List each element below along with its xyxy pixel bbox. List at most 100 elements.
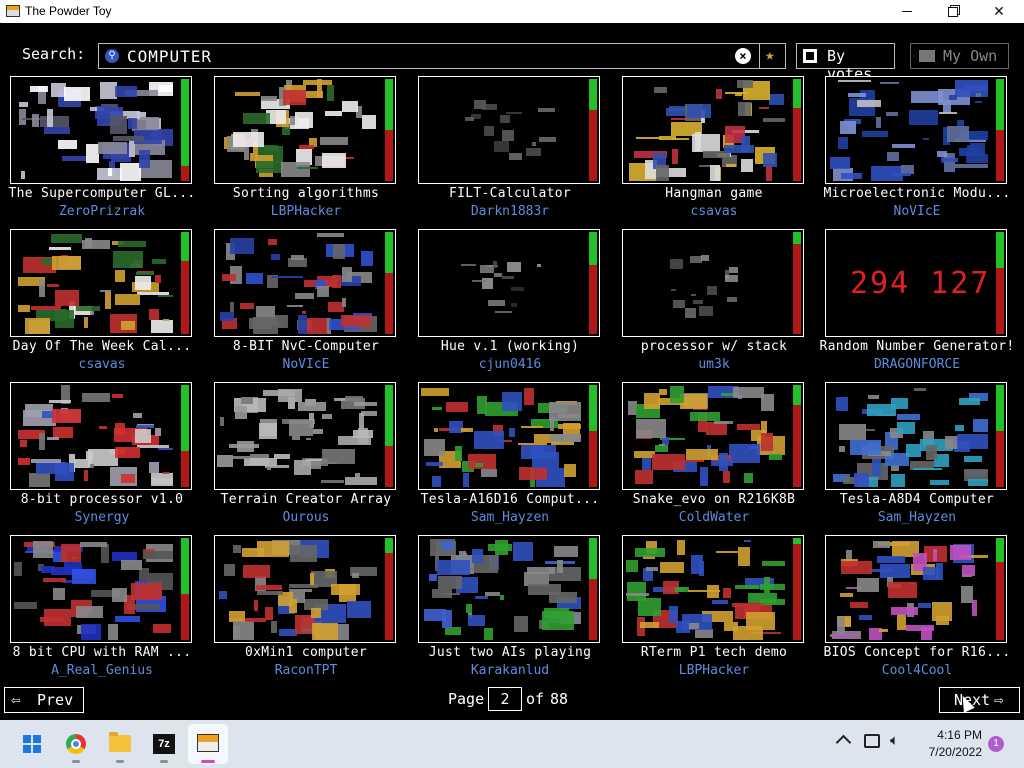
- save-card[interactable]: 294 127 Random Number Generator! DRAGONFOR…: [819, 229, 1014, 379]
- save-author[interactable]: csavas: [4, 357, 200, 372]
- favorite-star-icon[interactable]: ★: [765, 45, 775, 64]
- save-title[interactable]: Sorting algorithms: [208, 186, 404, 201]
- save-title[interactable]: 8-bit processor v1.0: [4, 492, 200, 507]
- next-page-button[interactable]: Next ⇨: [939, 687, 1020, 713]
- search-input[interactable]: ⚲ COMPUTER × ★: [98, 43, 786, 69]
- save-thumbnail[interactable]: [10, 382, 192, 490]
- save-title[interactable]: FILT-Calculator: [412, 186, 608, 201]
- start-button[interactable]: [12, 724, 52, 764]
- save-title[interactable]: Snake_evo on R216K8B: [616, 492, 812, 507]
- save-title[interactable]: Hangman game: [616, 186, 812, 201]
- save-thumbnail[interactable]: [418, 76, 600, 184]
- save-card[interactable]: Just two AIs playing Karakanlud: [418, 535, 602, 685]
- save-card[interactable]: Day Of The Week Cal... csavas: [10, 229, 194, 379]
- clear-search-icon[interactable]: ×: [735, 48, 751, 64]
- save-card[interactable]: 8-BIT NvC-Computer NoVIcE: [214, 229, 398, 379]
- save-card[interactable]: 0xMin1 computer RaconTPT: [214, 535, 398, 685]
- save-card[interactable]: Tesla-A16D16 Comput... Sam_Hayzen: [418, 382, 602, 532]
- save-title[interactable]: processor w/ stack: [616, 339, 812, 354]
- save-author[interactable]: Ourous: [208, 510, 404, 525]
- save-author[interactable]: cjun0416: [412, 357, 608, 372]
- save-title[interactable]: Microelectronic Modu...: [819, 186, 1015, 201]
- save-thumbnail[interactable]: [214, 229, 396, 337]
- save-thumbnail[interactable]: [622, 229, 804, 337]
- save-title[interactable]: Tesla-A8D4 Computer: [819, 492, 1015, 507]
- save-thumbnail[interactable]: [622, 76, 804, 184]
- save-author[interactable]: LBPHacker: [208, 204, 404, 219]
- save-thumbnail[interactable]: [622, 535, 804, 643]
- save-thumbnail[interactable]: [825, 382, 1007, 490]
- sort-by-votes-button[interactable]: By votes: [796, 43, 895, 83]
- save-author[interactable]: Karakanlud: [412, 663, 608, 678]
- save-card[interactable]: Hangman game csavas: [622, 76, 806, 226]
- system-clock[interactable]: 4:16 PM 7/20/2022: [922, 727, 982, 761]
- save-author[interactable]: ZeroPrizrak: [4, 204, 200, 219]
- taskbar-7zip[interactable]: 7z: [144, 724, 184, 764]
- save-thumbnail[interactable]: [825, 76, 1007, 184]
- taskbar-powder-toy[interactable]: [188, 724, 228, 764]
- save-thumbnail[interactable]: [418, 535, 600, 643]
- save-author[interactable]: DRAGONFORCE: [819, 357, 1015, 372]
- save-thumbnail[interactable]: [214, 382, 396, 490]
- network-icon[interactable]: [864, 734, 880, 748]
- notification-badge[interactable]: 1: [988, 736, 1004, 752]
- save-title[interactable]: 8 bit CPU with RAM ...: [4, 645, 200, 660]
- save-author[interactable]: csavas: [616, 204, 812, 219]
- save-title[interactable]: Just two AIs playing: [412, 645, 608, 660]
- save-card[interactable]: RTerm P1 tech demo LBPHacker: [622, 535, 806, 685]
- save-card[interactable]: Tesla-A8D4 Computer Sam_Hayzen: [825, 382, 1009, 532]
- save-card[interactable]: Microelectronic Modu... NoVIcE: [824, 76, 1010, 226]
- prev-page-button[interactable]: ⇦ Prev: [4, 687, 84, 713]
- save-thumbnail[interactable]: [10, 535, 192, 643]
- save-author[interactable]: Sam_Hayzen: [819, 510, 1015, 525]
- save-thumbnail[interactable]: [418, 229, 600, 337]
- save-author[interactable]: RaconTPT: [208, 663, 404, 678]
- save-card[interactable]: FILT-Calculator Darkn1883r: [418, 76, 602, 226]
- save-author[interactable]: NoVIcE: [819, 204, 1015, 219]
- save-title[interactable]: 0xMin1 computer: [208, 645, 404, 660]
- window-title-bar[interactable]: The Powder Toy ✕: [0, 0, 1024, 23]
- save-thumbnail[interactable]: [214, 535, 396, 643]
- taskbar-chrome[interactable]: [56, 724, 96, 764]
- save-title[interactable]: Tesla-A16D16 Comput...: [412, 492, 608, 507]
- save-author[interactable]: Synergy: [4, 510, 200, 525]
- save-thumbnail[interactable]: [418, 382, 600, 490]
- save-thumbnail[interactable]: [622, 382, 804, 490]
- save-card[interactable]: BIOS Concept for R16... Cool4Cool: [824, 535, 1010, 685]
- save-thumbnail[interactable]: [825, 535, 1007, 643]
- save-card[interactable]: The Supercomputer GL... ZeroPrizrak: [9, 76, 195, 226]
- save-author[interactable]: Sam_Hayzen: [412, 510, 608, 525]
- save-card[interactable]: 8 bit CPU with RAM ... A_Real_Genius: [10, 535, 194, 685]
- chevron-up-icon[interactable]: [835, 734, 852, 751]
- save-author[interactable]: NoVIcE: [208, 357, 404, 372]
- save-title[interactable]: The Supercomputer GL...: [4, 186, 200, 201]
- close-button[interactable]: ✕: [976, 0, 1022, 23]
- save-author[interactable]: A_Real_Genius: [4, 663, 200, 678]
- save-thumbnail[interactable]: [10, 229, 192, 337]
- volume-icon[interactable]: 🔈︎: [890, 732, 899, 749]
- save-author[interactable]: um3k: [616, 357, 812, 372]
- save-title[interactable]: Hue v.1 (working): [412, 339, 608, 354]
- save-author[interactable]: ColdWater: [616, 510, 812, 525]
- minimize-button[interactable]: [884, 0, 930, 23]
- save-title[interactable]: Day Of The Week Cal...: [4, 339, 200, 354]
- save-card[interactable]: Terrain Creator Array Ourous: [214, 382, 398, 532]
- maximize-button[interactable]: [930, 0, 976, 23]
- save-card[interactable]: Sorting algorithms LBPHacker: [214, 76, 398, 226]
- save-author[interactable]: Cool4Cool: [819, 663, 1015, 678]
- save-card[interactable]: processor w/ stack um3k: [622, 229, 806, 379]
- save-author[interactable]: Darkn1883r: [412, 204, 608, 219]
- save-thumbnail[interactable]: [214, 76, 396, 184]
- save-title[interactable]: 8-BIT NvC-Computer: [208, 339, 404, 354]
- save-title[interactable]: Random Number Generator!: [819, 339, 1015, 354]
- save-thumbnail[interactable]: [10, 76, 192, 184]
- save-title[interactable]: Terrain Creator Array: [208, 492, 404, 507]
- save-card[interactable]: Snake_evo on R216K8B ColdWater: [622, 382, 806, 532]
- save-title[interactable]: RTerm P1 tech demo: [616, 645, 812, 660]
- save-thumbnail[interactable]: 294 127: [825, 229, 1007, 337]
- save-card[interactable]: Hue v.1 (working) cjun0416: [418, 229, 602, 379]
- save-card[interactable]: 8-bit processor v1.0 Synergy: [10, 382, 194, 532]
- page-number-input[interactable]: 2: [488, 687, 522, 711]
- my-own-button[interactable]: My Own: [910, 43, 1009, 69]
- save-title[interactable]: BIOS Concept for R16...: [819, 645, 1015, 660]
